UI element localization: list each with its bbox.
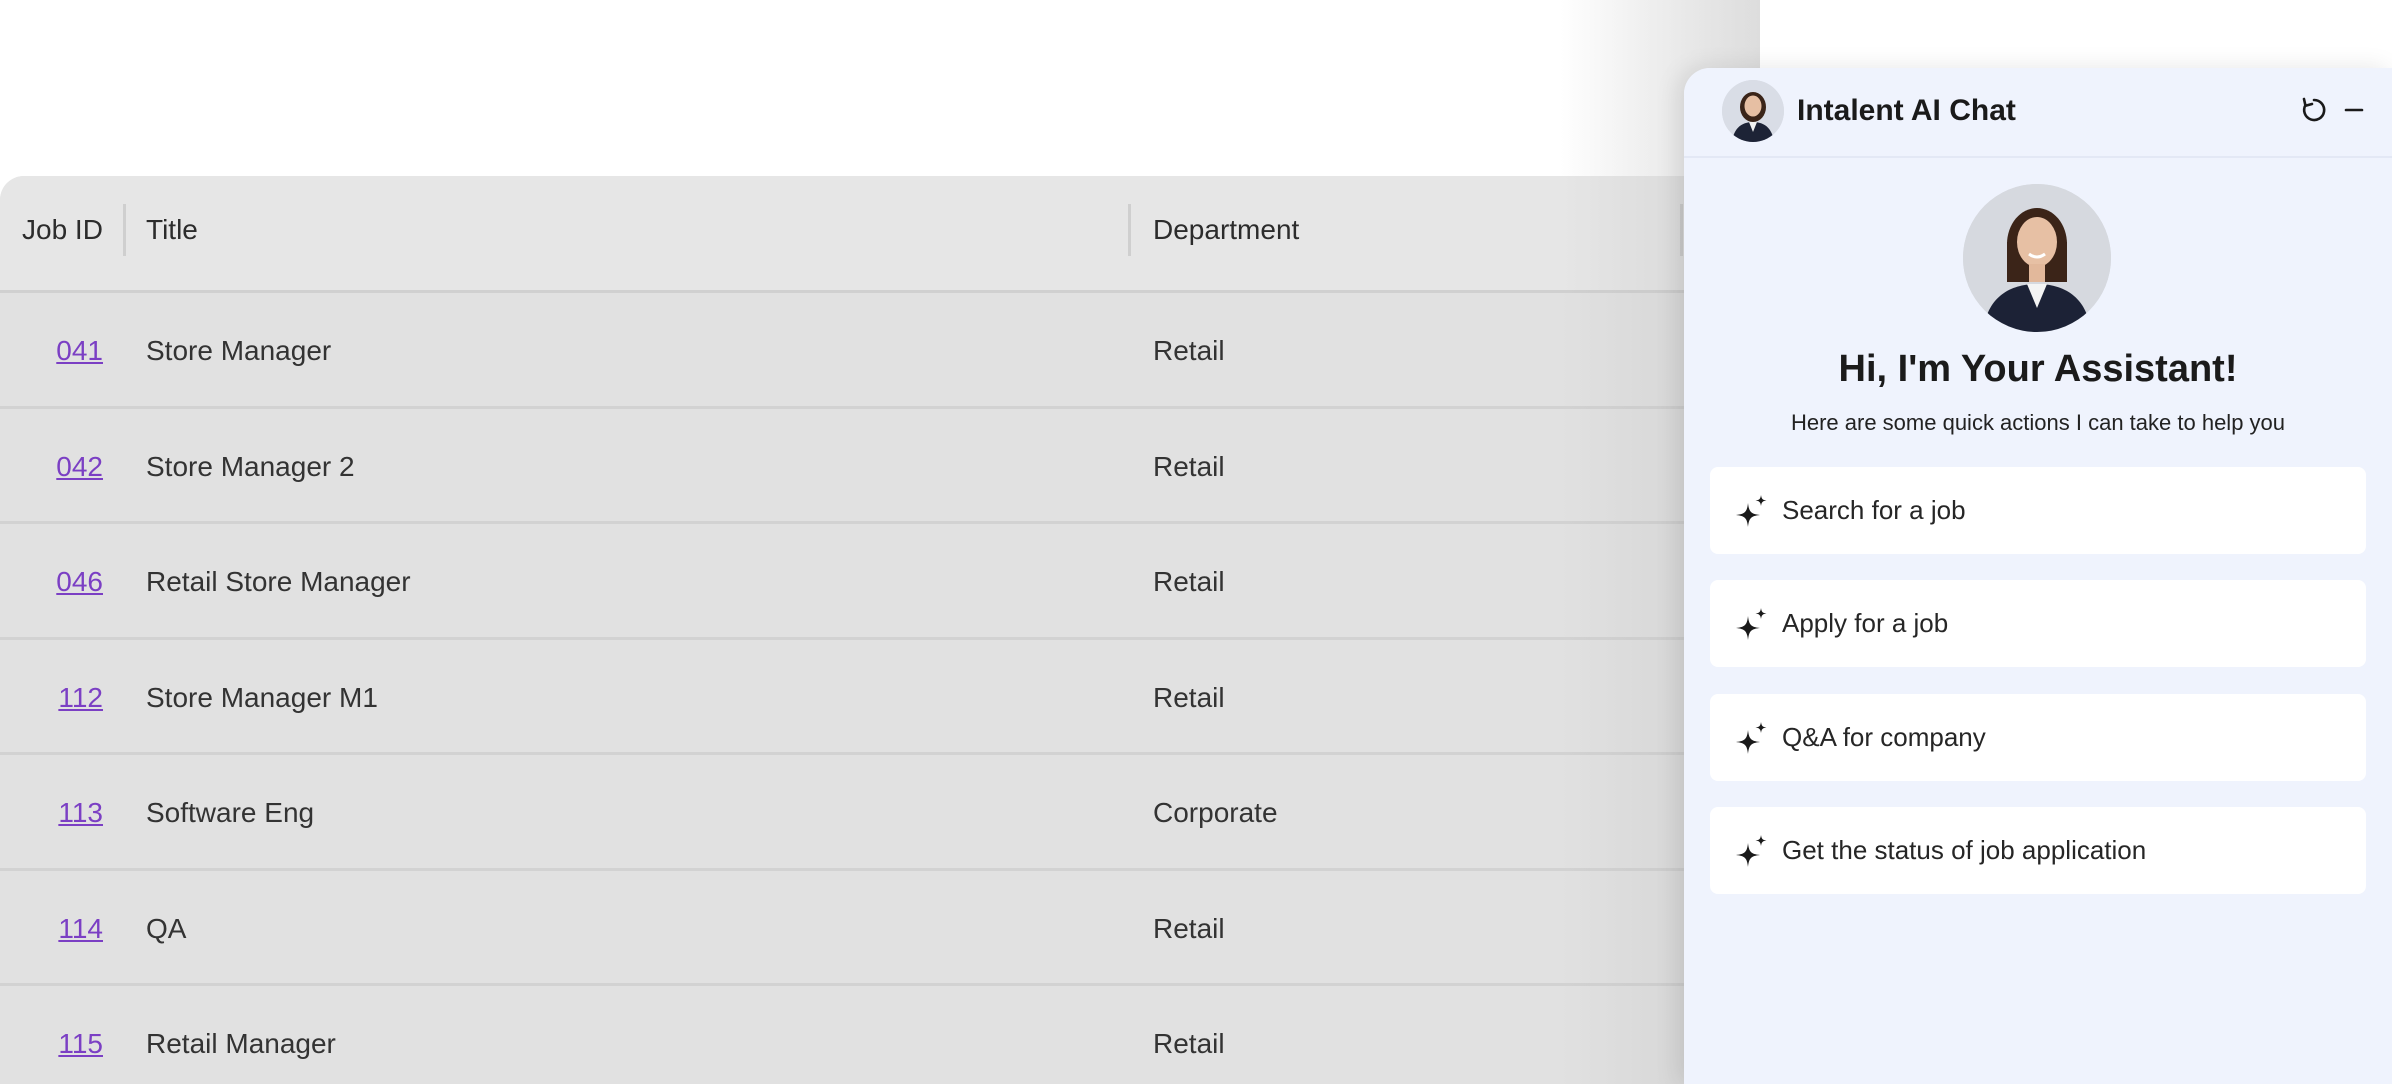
job-id-link[interactable]: 113 [0, 797, 103, 829]
quick-action-label: Search for a job [1782, 495, 1966, 525]
table-header: Job ID Title Department [0, 176, 1720, 293]
job-id-link[interactable]: 042 [0, 451, 103, 483]
table-row[interactable]: 041 Store Manager Retail [0, 293, 1720, 409]
table-row[interactable]: 112 Store Manager M1 Retail [0, 639, 1720, 755]
refresh-icon [2302, 97, 2326, 122]
chat-panel: Intalent AI Chat Hi, I'm Your Assistant!… [1684, 68, 2392, 1084]
job-id-link[interactable]: 112 [0, 682, 103, 714]
column-divider[interactable] [123, 204, 126, 256]
jobs-table: Job ID Title Department 041 Store Manage… [0, 176, 1720, 1084]
sparkle-icon [1736, 608, 1767, 640]
quick-action-search-job[interactable]: Search for a job [1710, 467, 2366, 554]
quick-action-label: Apply for a job [1782, 608, 1949, 638]
table-row[interactable]: 115 Retail Manager Retail [0, 986, 1720, 1084]
assistant-avatar [1963, 184, 2111, 332]
quick-action-apply-job[interactable]: Apply for a job [1710, 580, 2366, 667]
assistant-avatar-small [1722, 80, 1784, 142]
job-title-cell: Retail Store Manager [146, 566, 411, 597]
department-cell: Retail [1153, 1028, 1225, 1059]
chat-header: Intalent AI Chat [1684, 68, 2392, 158]
page: Job ID Title Department 041 Store Manage… [0, 0, 2392, 1084]
sparkle-icon [1736, 835, 1767, 867]
department-cell: Retail [1153, 450, 1225, 482]
column-header-job-id[interactable]: Job ID [22, 214, 103, 246]
table-row[interactable]: 042 Store Manager 2 Retail [0, 408, 1720, 524]
job-id-link[interactable]: 114 [0, 913, 103, 945]
job-id-link[interactable]: 115 [0, 1028, 103, 1060]
column-header-department[interactable]: Department [1153, 214, 1299, 246]
job-title-cell: Store Manager M1 [146, 681, 378, 713]
greeting-subtitle: Here are some quick actions I can take t… [1790, 410, 2286, 435]
greeting-heading: Hi, I'm Your Assistant! [1838, 348, 2238, 390]
table-row[interactable]: 114 QA Retail [0, 870, 1720, 986]
quick-action-company-qa[interactable]: Q&A for company [1710, 694, 2366, 781]
column-divider[interactable] [1128, 204, 1131, 256]
table-row[interactable]: 046 Retail Store Manager Retail [0, 524, 1720, 640]
job-title-cell: QA [146, 912, 187, 944]
job-title-cell: Retail Manager [146, 1028, 336, 1059]
table-row[interactable]: 113 Software Eng Corporate [0, 755, 1720, 871]
department-cell: Retail [1153, 681, 1225, 713]
quick-action-label: Get the status of job application [1782, 835, 2147, 865]
sparkle-icon [1736, 722, 1767, 754]
minimize-button[interactable] [2336, 92, 2372, 128]
department-cell: Retail [1153, 335, 1225, 366]
column-divider[interactable] [1680, 204, 1683, 256]
job-title-cell: Store Manager 2 [146, 450, 355, 482]
department-cell: Retail [1153, 912, 1225, 944]
department-cell: Corporate [1153, 797, 1278, 828]
department-cell: Retail [1153, 566, 1225, 597]
chat-title: Intalent AI Chat [1797, 94, 2016, 127]
sparkle-icon [1736, 495, 1767, 527]
quick-action-application-status[interactable]: Get the status of job application [1710, 807, 2366, 894]
job-title-cell: Store Manager [146, 335, 332, 366]
column-header-title[interactable]: Title [146, 214, 198, 246]
refresh-button[interactable] [2296, 92, 2332, 128]
minimize-icon [2344, 108, 2364, 112]
job-id-link[interactable]: 041 [0, 335, 103, 367]
job-id-link[interactable]: 046 [0, 566, 103, 598]
quick-action-label: Q&A for company [1782, 722, 1986, 752]
job-title-cell: Software Eng [146, 797, 315, 828]
